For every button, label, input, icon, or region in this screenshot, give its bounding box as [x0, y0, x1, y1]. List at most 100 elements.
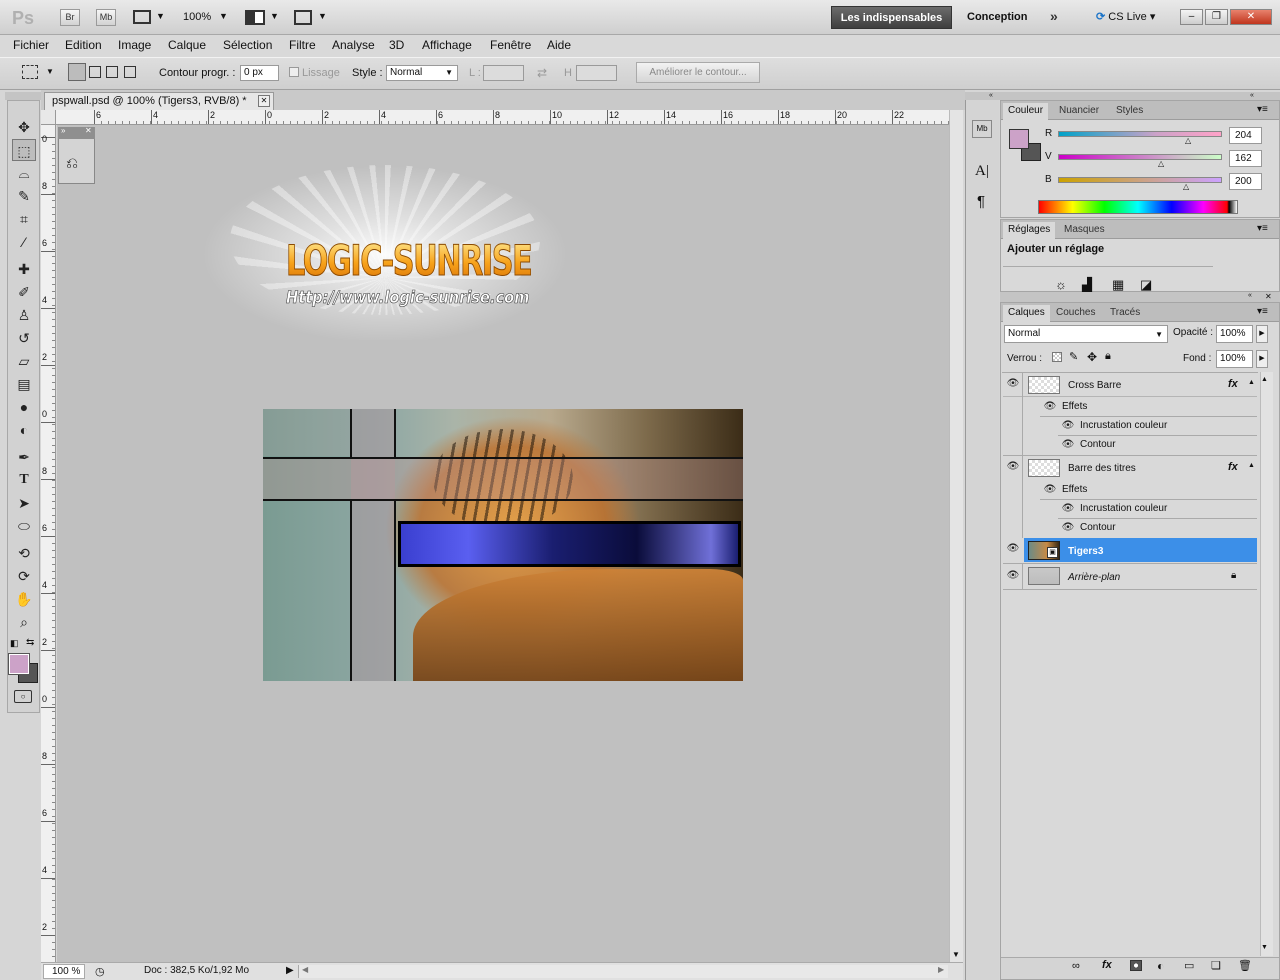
- expand-effects-icon[interactable]: ▲: [1248, 379, 1255, 386]
- eye-icon[interactable]: 👁︎: [1004, 543, 1022, 554]
- collapse-icon[interactable]: «: [989, 92, 993, 99]
- screen-mode-icon[interactable]: [294, 10, 312, 25]
- layers-panel-header[interactable]: [1000, 292, 1280, 302]
- eyedropper-tool-icon[interactable]: ⁄: [12, 231, 36, 253]
- chevron-down-icon[interactable]: ▼: [270, 11, 279, 21]
- panel-menu-icon[interactable]: ▾≡: [1257, 306, 1268, 317]
- character-panel-icon[interactable]: A|: [975, 163, 989, 180]
- status-zoom-field[interactable]: 100 %: [43, 964, 85, 979]
- lasso-tool-icon[interactable]: ⌓: [12, 162, 36, 184]
- brightness-icon[interactable]: ☼: [1055, 277, 1067, 292]
- expand-icon[interactable]: »: [61, 126, 65, 135]
- quick-mask-icon[interactable]: ○: [14, 690, 32, 703]
- height-input[interactable]: [576, 65, 617, 81]
- expand-effects-icon[interactable]: ▲: [1248, 462, 1255, 469]
- dodge-tool-icon[interactable]: ◐: [12, 419, 36, 441]
- paragraph-panel-icon[interactable]: ¶: [977, 193, 985, 210]
- add-mask-icon[interactable]: [1130, 960, 1142, 971]
- marquee-preset-icon[interactable]: [22, 65, 38, 79]
- blur-tool-icon[interactable]: ●: [12, 396, 36, 418]
- scroll-left-icon[interactable]: ◀: [302, 965, 308, 974]
- scroll-right-icon[interactable]: ▶: [938, 965, 944, 974]
- workspace-essentials-button[interactable]: Les indispensables: [831, 6, 952, 29]
- fill-arrow-icon[interactable]: ▶: [1256, 350, 1268, 368]
- horizontal-scrollbar[interactable]: [298, 965, 948, 978]
- tab-couches[interactable]: Couches: [1051, 305, 1100, 322]
- r-value[interactable]: 204: [1229, 127, 1262, 144]
- color-fg-swatch[interactable]: [1009, 129, 1029, 149]
- menu-calque[interactable]: Calque: [168, 38, 206, 52]
- slider-handle-icon[interactable]: △: [1185, 136, 1191, 145]
- tab-traces[interactable]: Tracés: [1105, 305, 1145, 322]
- tab-masques[interactable]: Masques: [1059, 222, 1110, 239]
- type-tool-icon[interactable]: T: [12, 469, 36, 491]
- add-selection-icon[interactable]: [89, 66, 101, 78]
- swap-colors-icon[interactable]: ⇆: [26, 637, 34, 648]
- path-select-tool-icon[interactable]: ➤: [12, 492, 36, 514]
- layer-name[interactable]: Arrière-plan: [1068, 572, 1120, 583]
- subtract-selection-icon[interactable]: [106, 66, 118, 78]
- tab-reglages[interactable]: Réglages: [1003, 222, 1056, 239]
- menu-selection[interactable]: Sélection: [223, 38, 272, 52]
- layer-name[interactable]: Cross Barre: [1068, 380, 1121, 391]
- refine-edge-button[interactable]: Améliorer le contour...: [636, 62, 760, 83]
- link-layers-icon[interactable]: ∞: [1072, 960, 1080, 972]
- crop-tool-icon[interactable]: ⌗: [12, 208, 36, 230]
- chevron-down-icon[interactable]: ▼: [156, 11, 165, 21]
- effect-item[interactable]: Incrustation couleur: [1080, 503, 1167, 514]
- panel-menu-icon[interactable]: ▾≡: [1257, 104, 1268, 115]
- new-group-icon[interactable]: ▭: [1184, 959, 1194, 972]
- stamp-tool-icon[interactable]: ♙: [12, 304, 36, 326]
- eye-icon[interactable]: 👁︎: [1004, 570, 1022, 581]
- exposure-icon[interactable]: ◪: [1140, 277, 1152, 293]
- antialias-checkbox[interactable]: [289, 67, 299, 77]
- delete-layer-icon[interactable]: 🗑︎: [1238, 959, 1252, 972]
- lock-pixels-icon[interactable]: ✎: [1069, 350, 1078, 363]
- menu-fenetre[interactable]: Fenêtre: [490, 38, 531, 52]
- chevron-down-icon[interactable]: ▼: [318, 11, 327, 21]
- zoom-level-select[interactable]: 100%: [183, 11, 211, 23]
- collapse-icon[interactable]: «: [1248, 292, 1252, 299]
- foreground-color-swatch[interactable]: [8, 653, 30, 675]
- shape-tool-icon[interactable]: ⬭: [12, 515, 36, 537]
- menu-3d[interactable]: 3D: [389, 38, 404, 52]
- tab-couleur[interactable]: Couleur: [1003, 103, 1049, 120]
- eye-icon[interactable]: 👁︎: [1059, 439, 1077, 450]
- effect-item[interactable]: Contour: [1080, 522, 1116, 533]
- scroll-up-icon[interactable]: ▲: [1261, 376, 1268, 383]
- zoom-tool-icon[interactable]: ⌕: [12, 611, 36, 633]
- more-workspaces-icon[interactable]: »: [1050, 8, 1058, 24]
- healing-tool-icon[interactable]: ✚: [12, 258, 36, 280]
- close-button[interactable]: ✕: [1230, 9, 1272, 25]
- new-selection-icon[interactable]: [68, 63, 86, 81]
- menu-image[interactable]: Image: [118, 38, 151, 52]
- eye-icon[interactable]: 👁︎: [1041, 401, 1059, 412]
- v-value[interactable]: 162: [1229, 150, 1262, 167]
- fill-input[interactable]: 100%: [1216, 350, 1253, 368]
- bridge-button[interactable]: Br: [60, 9, 80, 26]
- menu-aide[interactable]: Aide: [547, 38, 571, 52]
- swap-icon[interactable]: ⇄: [537, 66, 547, 80]
- document-tab[interactable]: pspwall.psd @ 100% (Tigers3, RVB/8) *: [44, 92, 274, 110]
- tab-styles[interactable]: Styles: [1111, 103, 1148, 120]
- horizontal-ruler[interactable]: 6 4 2 0 2 4 6 8 10 12 14 16 18 20 22: [56, 110, 949, 125]
- eye-icon[interactable]: 👁︎: [1004, 461, 1022, 472]
- levels-icon[interactable]: ▟: [1082, 277, 1092, 293]
- r-slider[interactable]: [1058, 131, 1222, 137]
- close-tab-icon[interactable]: ✕: [258, 95, 270, 107]
- quick-select-tool-icon[interactable]: ✎: [12, 185, 36, 207]
- hand-tool-icon[interactable]: ✋: [12, 588, 36, 610]
- collapse-icon[interactable]: «: [1250, 92, 1254, 99]
- lock-position-icon[interactable]: ✥: [1087, 350, 1097, 364]
- 3d-rotate-tool-icon[interactable]: ⟲: [12, 542, 36, 564]
- blend-mode-select[interactable]: Normal ▼: [1004, 325, 1168, 343]
- history-brush-tool-icon[interactable]: ↺: [12, 327, 36, 349]
- eye-icon[interactable]: 👁︎: [1059, 503, 1077, 514]
- fx-icon[interactable]: fx: [1228, 461, 1238, 473]
- feather-input[interactable]: 0 px: [240, 65, 279, 81]
- slider-handle-icon[interactable]: △: [1183, 182, 1189, 191]
- tab-nuancier[interactable]: Nuancier: [1054, 103, 1104, 120]
- move-tool-icon[interactable]: ✥: [12, 116, 36, 138]
- view-extras-icon[interactable]: [133, 10, 151, 24]
- layer-name[interactable]: Tigers3: [1068, 546, 1103, 557]
